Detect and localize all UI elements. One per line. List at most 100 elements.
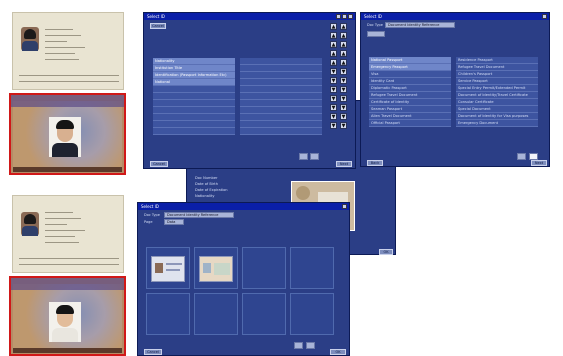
thumbnail-cell[interactable] xyxy=(194,247,238,289)
list-item[interactable]: National Passport xyxy=(369,57,451,64)
cancel-button[interactable]: Cancel xyxy=(144,349,162,355)
list-item[interactable]: Special Document xyxy=(456,106,538,113)
nav-box-1[interactable] xyxy=(517,153,526,160)
list-item[interactable]: Refugee Travel Document xyxy=(456,64,538,71)
cancel-button-top[interactable]: Cancel xyxy=(150,23,166,29)
list-item[interactable] xyxy=(240,121,322,128)
scroll-up-button[interactable]: ▲ xyxy=(340,50,347,57)
scroll-down-button[interactable]: ▼ xyxy=(340,104,347,111)
scroll-up-button[interactable]: ▲ xyxy=(340,23,347,30)
list-item[interactable] xyxy=(240,100,322,107)
list-item[interactable] xyxy=(240,114,322,121)
list-item[interactable]: National xyxy=(153,79,235,86)
list-item[interactable]: Identity Card xyxy=(369,78,451,85)
thumbnail-id-card[interactable] xyxy=(199,256,233,282)
next-button[interactable]: Next xyxy=(531,160,547,166)
doc-type-field[interactable]: Document Identity Reference xyxy=(385,22,455,28)
list-item[interactable]: Residence Passport xyxy=(456,57,538,64)
list-item[interactable] xyxy=(153,128,235,135)
doc-type-field-2[interactable] xyxy=(367,31,385,37)
list-item[interactable]: Emergency Document xyxy=(456,120,538,127)
list-item[interactable]: Visa xyxy=(369,71,451,78)
list-item[interactable] xyxy=(240,72,322,79)
list-item[interactable] xyxy=(240,128,322,135)
scroll-up-button[interactable]: ▲ xyxy=(330,41,337,48)
next-button[interactable]: Next xyxy=(336,161,352,167)
list-item[interactable]: Consular Certificate xyxy=(456,99,538,106)
list-item[interactable] xyxy=(240,107,322,114)
scroll-up-button[interactable]: ▲ xyxy=(330,32,337,39)
list-item[interactable] xyxy=(153,121,235,128)
ok-button[interactable]: OK xyxy=(379,249,393,255)
scroll-down-button[interactable]: ▼ xyxy=(330,113,337,120)
scroll-down-button[interactable]: ▼ xyxy=(330,122,337,129)
scroll-up-button[interactable]: ▲ xyxy=(340,32,347,39)
thumbnail-cell[interactable] xyxy=(290,247,334,289)
list-item[interactable]: Document of Identity for Visa purposes xyxy=(456,113,538,120)
list-item[interactable]: Document of Identity/Travel Certificate xyxy=(456,92,538,99)
thumbnail-cell[interactable] xyxy=(242,247,286,289)
list-item[interactable]: Special Entry Permit/Extended Permit xyxy=(456,85,538,92)
scroll-up-button[interactable]: ▲ xyxy=(340,59,347,66)
scroll-down-button[interactable]: ▼ xyxy=(340,113,347,120)
thumbnail-passport[interactable] xyxy=(151,256,185,282)
thumbnail-cell[interactable] xyxy=(194,293,238,335)
page-field[interactable]: Data xyxy=(164,219,184,225)
ok-button[interactable]: OK xyxy=(330,349,346,355)
nav-box-2[interactable] xyxy=(306,342,315,349)
scroll-down-button[interactable]: ▼ xyxy=(330,86,337,93)
list-item[interactable] xyxy=(240,79,322,86)
list-item[interactable] xyxy=(153,107,235,114)
close-button[interactable] xyxy=(542,14,547,19)
minimize-button[interactable] xyxy=(336,14,341,19)
list-item[interactable] xyxy=(153,100,235,107)
list-item[interactable]: Certificate of Identity xyxy=(369,99,451,106)
list-item[interactable]: Seaman Passport xyxy=(369,106,451,113)
scroll-down-button[interactable]: ▼ xyxy=(340,68,347,75)
list-item[interactable]: Service Passport xyxy=(456,78,538,85)
nav-box-1[interactable] xyxy=(299,153,308,160)
list-item[interactable]: Refugee Travel Document xyxy=(369,92,451,99)
list-item[interactable]: Institution Title xyxy=(153,65,235,72)
scroll-down-button[interactable]: ▼ xyxy=(340,77,347,84)
scroll-up-button[interactable]: ▲ xyxy=(330,50,337,57)
list-item[interactable]: Diplomatic Passport xyxy=(369,85,451,92)
scroll-down-button[interactable]: ▼ xyxy=(330,104,337,111)
scroll-down-button[interactable]: ▼ xyxy=(330,95,337,102)
list-item[interactable]: Identification (Passport Information Etc… xyxy=(153,72,235,79)
thumbnail-cell[interactable] xyxy=(146,293,190,335)
list-item[interactable] xyxy=(240,58,322,65)
list-item[interactable]: Nationality xyxy=(153,58,235,65)
scroll-up-button[interactable]: ▲ xyxy=(340,41,347,48)
scroll-up-button[interactable]: ▲ xyxy=(330,23,337,30)
scroll-down-button[interactable]: ▼ xyxy=(340,86,347,93)
list-item[interactable] xyxy=(240,65,322,72)
maximize-button[interactable] xyxy=(342,14,347,19)
page-label: Page xyxy=(144,220,153,224)
doc-type-field[interactable]: Document Identity Reference xyxy=(164,212,234,218)
list-item[interactable] xyxy=(153,93,235,100)
close-button[interactable] xyxy=(342,204,347,209)
close-button[interactable] xyxy=(348,14,353,19)
scroll-down-button[interactable]: ▼ xyxy=(330,77,337,84)
list-item[interactable] xyxy=(153,86,235,93)
list-item[interactable]: Children's Passport xyxy=(456,71,538,78)
nav-box-2[interactable] xyxy=(310,153,319,160)
scroll-up-button[interactable]: ▲ xyxy=(330,59,337,66)
back-button[interactable]: Back xyxy=(367,160,383,166)
list-item[interactable] xyxy=(240,93,322,100)
scroll-down-button[interactable]: ▼ xyxy=(340,122,347,129)
list-item[interactable]: Official Passport xyxy=(369,120,451,127)
list-item[interactable]: Emergency Passport xyxy=(369,64,451,71)
nav-box-1[interactable] xyxy=(294,342,303,349)
list-item[interactable] xyxy=(240,86,322,93)
thumbnail-cell[interactable] xyxy=(146,247,190,289)
scroll-down-button[interactable]: ▼ xyxy=(330,68,337,75)
thumbnail-cell[interactable] xyxy=(242,293,286,335)
thumbnail-cell[interactable] xyxy=(290,293,334,335)
list-item[interactable]: Alien Travel Document xyxy=(369,113,451,120)
scroll-down-button[interactable]: ▼ xyxy=(340,95,347,102)
list-item[interactable] xyxy=(153,114,235,121)
nav-box-2[interactable] xyxy=(529,153,538,160)
cancel-button[interactable]: Cancel xyxy=(150,161,168,167)
